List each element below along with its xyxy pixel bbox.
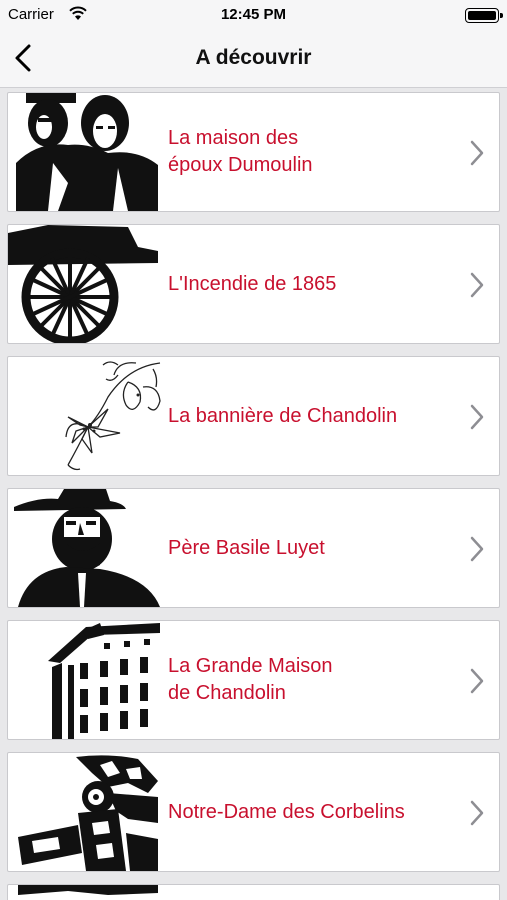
chevron-right-icon xyxy=(470,272,484,298)
chevron-right-icon xyxy=(470,800,484,826)
list-item-label: La Grande Maison de Chandolin xyxy=(168,655,333,704)
list-item-label: L'Incendie de 1865 xyxy=(168,272,337,295)
list-item-pere-basile-luyet[interactable]: Père Basile Luyet xyxy=(7,488,500,608)
building-icon xyxy=(48,623,160,739)
list-item-incendie-1865[interactable]: L'Incendie de 1865 xyxy=(7,224,500,344)
list-item-label: Notre-Dame des Corbelins xyxy=(168,800,405,823)
list-item-grande-maison[interactable]: La Grande Maison de Chandolin xyxy=(7,620,500,740)
list-item-maison-dumoulin[interactable]: La maison des époux Dumoulin xyxy=(7,92,500,212)
clock: 12:45 PM xyxy=(220,6,287,23)
list-item-label: La maison des époux Dumoulin xyxy=(168,127,313,176)
status-bar: Carrier 12:45 PM xyxy=(0,0,507,30)
partial-thumbnail-icon xyxy=(18,885,158,895)
man-with-hat-portrait-icon xyxy=(14,489,160,607)
chevron-right-icon xyxy=(470,668,484,694)
list-item-notre-dame-corbelins[interactable]: Notre-Dame des Corbelins xyxy=(7,752,500,872)
chevron-right-icon xyxy=(470,536,484,562)
chevron-right-icon xyxy=(470,140,484,166)
navigation-bar: A découvrir xyxy=(0,30,507,88)
list-item-label: La bannière de Chandolin xyxy=(168,404,398,427)
list-item-next-partial[interactable] xyxy=(7,884,500,900)
couple-portrait-icon xyxy=(16,93,158,211)
page-title: A découvrir xyxy=(195,46,312,69)
cart-wheel-icon xyxy=(8,225,158,343)
list-item-label: Père Basile Luyet xyxy=(168,536,325,559)
list-item-banniere-chandolin[interactable]: La bannière de Chandolin xyxy=(7,356,500,476)
statue-icon xyxy=(18,755,158,871)
chevron-right-icon xyxy=(470,404,484,430)
lily-flower-icon xyxy=(65,361,161,471)
battery-icon xyxy=(465,8,503,23)
